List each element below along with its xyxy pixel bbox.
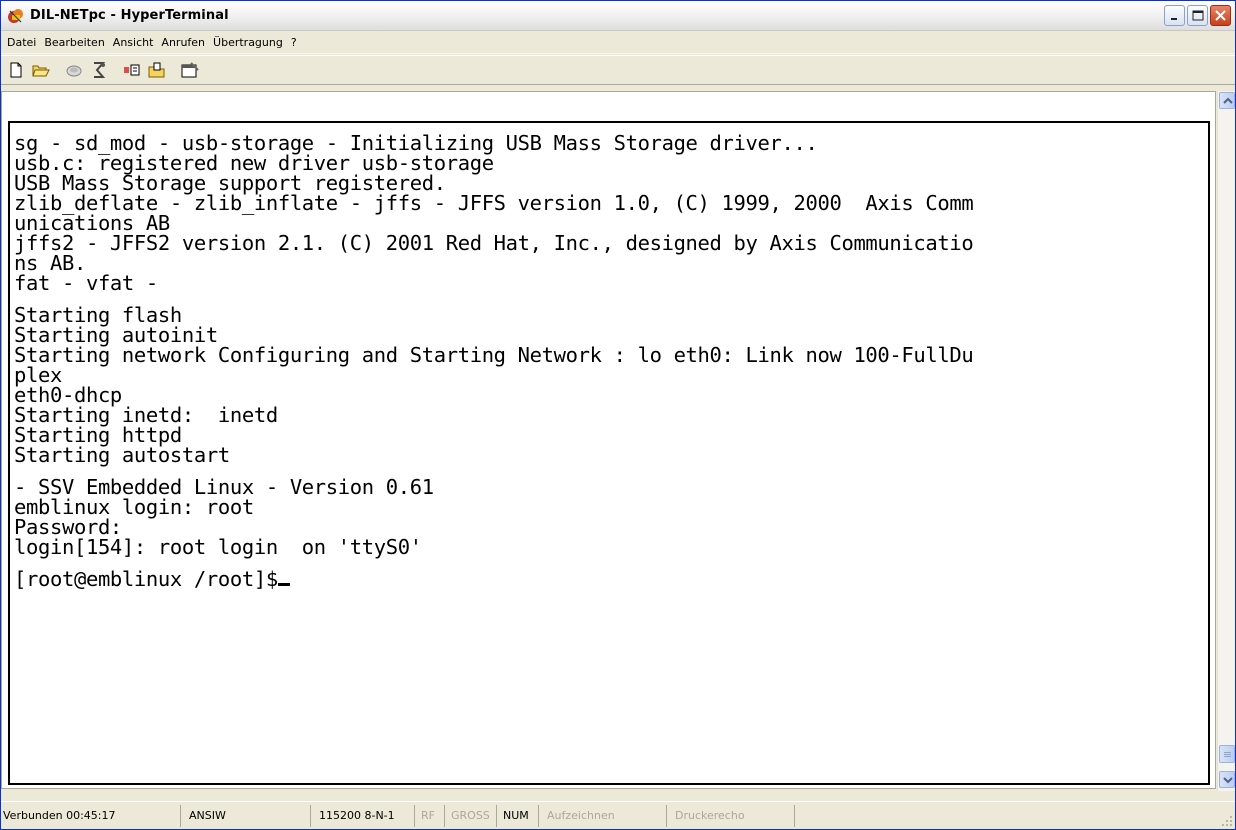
terminal-line: unications AB: [14, 211, 170, 235]
window-title: DIL-NETpc - HyperTerminal: [30, 8, 229, 23]
terminal-line: Starting inetd: inetd: [14, 403, 278, 427]
scroll-up-button[interactable]: [1219, 92, 1235, 109]
minimize-button[interactable]: [1164, 5, 1185, 26]
disconnect-button[interactable]: [88, 59, 110, 81]
status-bar: Verbunden 00:45:17 ANSIW 115200 8-N-1 RF…: [1, 801, 1235, 829]
terminal-prompt: [root@emblinux /root]$: [14, 567, 278, 591]
terminal-line: zlib_deflate - zlib_inflate - jffs - JFF…: [14, 191, 974, 215]
terminal-line: login[154]: root login on 'ttyS0': [14, 535, 422, 559]
status-print-echo: Druckerecho: [669, 804, 795, 827]
menu-uebertragung[interactable]: Übertragung: [209, 33, 287, 53]
properties-button[interactable]: [179, 59, 201, 81]
send-button[interactable]: [121, 59, 143, 81]
vertical-scrollbar[interactable]: [1217, 91, 1235, 791]
receive-button[interactable]: [146, 59, 168, 81]
scroll-down-button[interactable]: [1219, 771, 1235, 788]
terminal-line: eth0-dhcp: [14, 383, 122, 407]
terminal-line: usb.c: registered new driver usb-storage: [14, 151, 494, 175]
status-caps: GROSS: [447, 804, 497, 827]
terminal-prompt-line: [root@emblinux /root]$: [14, 569, 1208, 589]
open-icon: [32, 65, 50, 77]
properties-icon: [181, 62, 199, 78]
open-button[interactable]: [30, 59, 52, 81]
maximize-icon: [1192, 10, 1204, 21]
terminal-line: USB Mass Storage support registered.: [14, 171, 446, 195]
scroll-thumb[interactable]: [1219, 745, 1235, 763]
disconnect-icon: [94, 62, 106, 78]
terminal-line: Starting httpd: [14, 423, 182, 447]
menu-bar: Datei Bearbeiten Ansicht Anrufen Übertra…: [1, 32, 1235, 54]
menu-bearbeiten[interactable]: Bearbeiten: [40, 33, 108, 53]
hyperterminal-icon: [8, 8, 23, 23]
terminal-line: jffs2 - JFFS2 version 2.1. (C) 2001 Red …: [14, 231, 974, 255]
close-button[interactable]: [1210, 5, 1231, 26]
status-emulation: ANSIW: [183, 804, 311, 827]
terminal-line: fat - vfat -: [14, 271, 158, 295]
terminal-line: Password:: [14, 515, 122, 539]
terminal-client-area: sg - sd_mod - usb-storage - Initializing…: [1, 91, 1216, 789]
status-rf: RF: [417, 804, 445, 827]
terminal-line: plex: [14, 363, 62, 387]
call-icon: [66, 65, 82, 77]
send-icon: [124, 64, 140, 76]
terminal-line: - SSV Embedded Linux - Version 0.61: [14, 475, 434, 499]
close-icon: [1215, 10, 1226, 21]
new-button[interactable]: [5, 59, 27, 81]
status-num: NUM: [499, 804, 539, 827]
terminal-screen[interactable]: sg - sd_mod - usb-storage - Initializing…: [8, 121, 1210, 785]
chevron-up-icon: [1223, 97, 1233, 104]
menu-datei[interactable]: Datei: [1, 33, 40, 53]
status-capture: Aufzeichnen: [541, 804, 667, 827]
call-button[interactable]: [63, 59, 85, 81]
menu-help[interactable]: ?: [287, 33, 301, 53]
status-settings: 115200 8-N-1: [313, 804, 415, 827]
terminal-line: ns AB.: [14, 251, 86, 275]
toolbar: [1, 55, 1235, 85]
text-cursor: [277, 583, 290, 586]
hyperterminal-window: DIL-NETpc - HyperTerminal Datei Bearbeit…: [0, 0, 1236, 830]
maximize-button[interactable]: [1187, 5, 1208, 26]
terminal-line: sg - sd_mod - usb-storage - Initializing…: [14, 131, 818, 155]
title-bar[interactable]: DIL-NETpc - HyperTerminal: [1, 1, 1235, 31]
terminal-line: Starting autoinit: [14, 323, 218, 347]
terminal-line: Starting network Configuring and Startin…: [14, 343, 974, 367]
menu-anrufen[interactable]: Anrufen: [157, 33, 209, 53]
new-icon: [10, 62, 22, 78]
status-connected: Verbunden 00:45:17: [1, 804, 181, 827]
terminal-line: emblinux login: root: [14, 495, 254, 519]
minimize-icon: [1171, 18, 1177, 20]
resize-grip-icon[interactable]: [1221, 815, 1233, 827]
terminal-line: Starting flash: [14, 303, 182, 327]
chevron-down-icon: [1223, 777, 1233, 784]
terminal-line: Starting autostart: [14, 443, 230, 467]
window-controls: [1164, 5, 1231, 26]
menu-ansicht[interactable]: Ansicht: [109, 33, 158, 53]
receive-icon: [148, 62, 165, 78]
